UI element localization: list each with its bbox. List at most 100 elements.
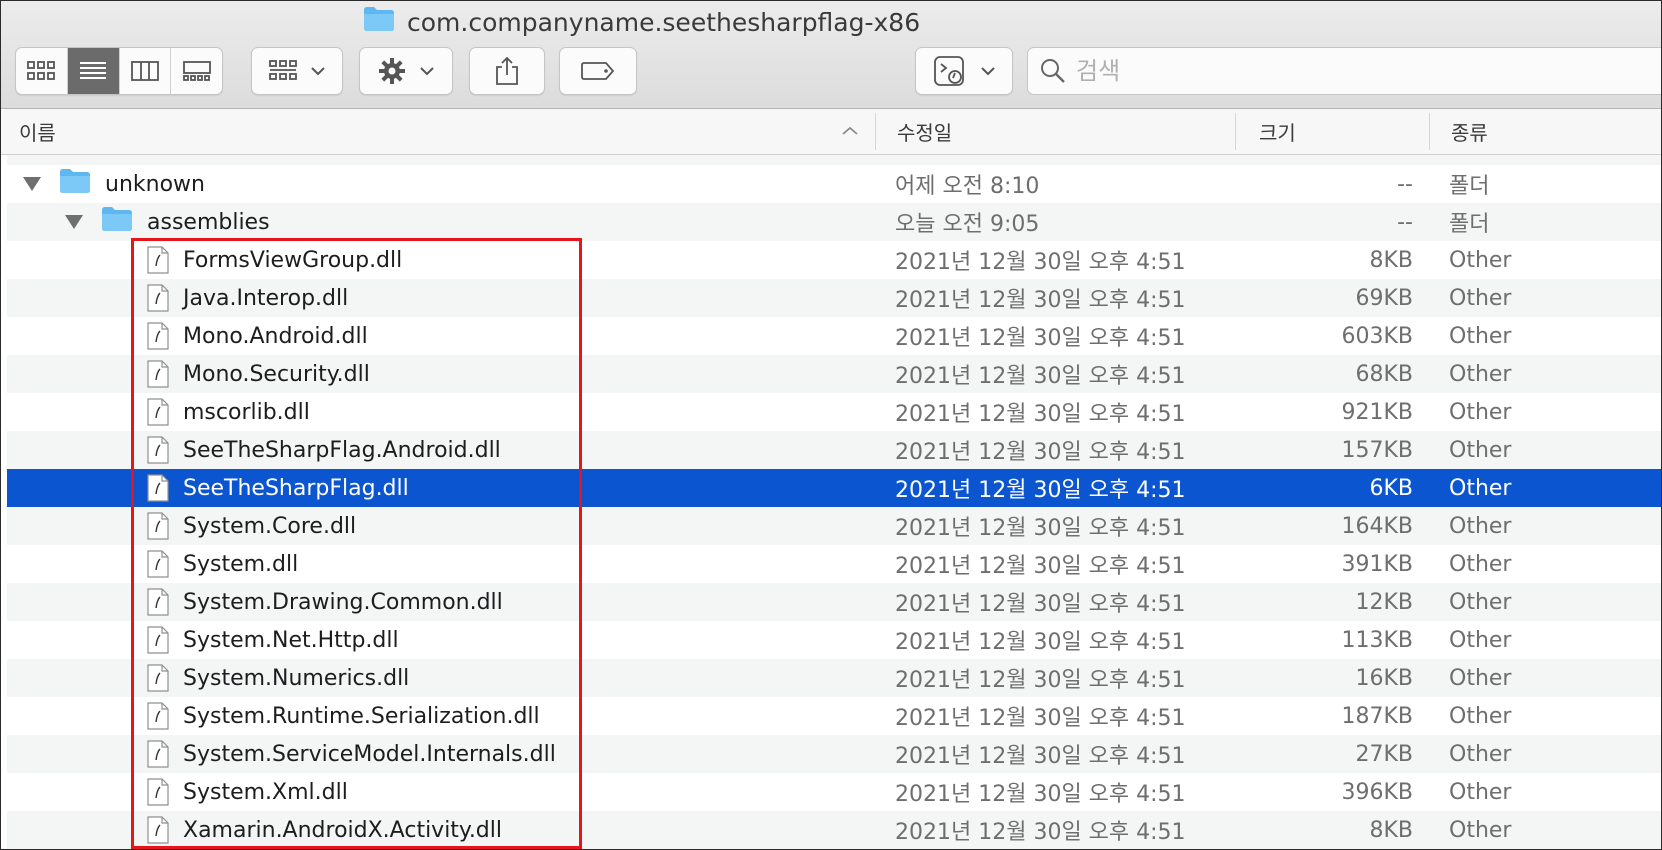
column-header-date[interactable]: 수정일 <box>897 109 952 154</box>
file-name: System.dll <box>183 551 299 577</box>
file-row[interactable]: System.Xml.dll 2021년 12월 30일 오후 4:51 396KB… <box>7 773 1661 811</box>
date-modified: 2021년 12월 30일 오후 4:51 <box>895 516 1186 541</box>
list-view-button[interactable] <box>67 48 120 94</box>
file-name: System.Core.dll <box>183 513 357 539</box>
file-name: mscorlib.dll <box>183 399 310 425</box>
view-mode-segment[interactable] <box>15 47 223 95</box>
file-name: Mono.Android.dll <box>183 323 368 349</box>
script-menu-button[interactable] <box>915 47 1013 95</box>
column-view-icon <box>130 61 159 81</box>
file-row[interactable]: System.Numerics.dll 2021년 12월 30일 오후 4:51… <box>7 659 1661 697</box>
file-row[interactable]: SeeTheSharpFlag.dll 2021년 12월 30일 오후 4:51… <box>7 469 1661 507</box>
file-kind: 폴더 <box>1449 212 1490 237</box>
file-kind: Other <box>1449 285 1512 311</box>
script-icon <box>934 56 964 86</box>
column-header-bar: 이름 수정일 크기 종류 <box>1 109 1661 155</box>
date-modified: 2021년 12월 30일 오후 4:51 <box>895 630 1186 655</box>
file-size: 396KB <box>1341 779 1413 805</box>
file-size: 12KB <box>1355 589 1413 615</box>
column-divider[interactable] <box>875 113 876 150</box>
window-title: com.companyname.seethesharpflag-x86 <box>363 7 920 37</box>
file-size: 113KB <box>1341 627 1413 653</box>
column-header-size[interactable]: 크기 <box>1259 109 1296 154</box>
file-row[interactable]: System.Core.dll 2021년 12월 30일 오후 4:51 164K… <box>7 507 1661 545</box>
group-by-button[interactable] <box>251 47 343 95</box>
file-row[interactable]: Java.Interop.dll 2021년 12월 30일 오후 4:51 69K… <box>7 279 1661 317</box>
search-field[interactable] <box>1027 47 1661 95</box>
toolbar: com.companyname.seethesharpflag-x86 <box>1 1 1661 109</box>
share-icon <box>496 56 518 85</box>
file-row[interactable]: System.Runtime.Serialization.dll 2021년 12… <box>7 697 1661 735</box>
date-modified: 2021년 12월 30일 오후 4:51 <box>895 592 1186 617</box>
date-modified: 2021년 12월 30일 오후 4:51 <box>895 706 1186 731</box>
disclosure-triangle-icon[interactable] <box>65 215 83 229</box>
file-row[interactable]: System.Net.Http.dll 2021년 12월 30일 오후 4:51… <box>7 621 1661 659</box>
document-icon <box>147 588 169 616</box>
date-modified: 어제 오전 8:10 <box>895 174 1040 199</box>
group-grid-icon <box>269 60 297 80</box>
file-row[interactable]: System.Drawing.Common.dll 2021년 12월 30일 오… <box>7 583 1661 621</box>
date-modified: 2021년 12월 30일 오후 4:51 <box>895 668 1186 693</box>
date-modified: 2021년 12월 30일 오후 4:51 <box>895 402 1186 427</box>
file-row[interactable]: SeeTheSharpFlag.Android.dll 2021년 12월 30일… <box>7 431 1661 469</box>
document-icon <box>147 778 169 806</box>
column-divider[interactable] <box>1429 113 1430 150</box>
date-modified: 2021년 12월 30일 오후 4:51 <box>895 288 1186 313</box>
document-icon <box>147 474 169 502</box>
file-size: 6KB <box>1369 475 1413 501</box>
file-row[interactable]: System.ServiceModel.Internals.dll 2021년 1… <box>7 735 1661 773</box>
file-row[interactable]: FormsViewGroup.dll 2021년 12월 30일 오후 4:51 8… <box>7 241 1661 279</box>
folder-row-unknown[interactable]: unknown 어제 오전 8:10 -- 폴더 <box>7 165 1661 203</box>
file-name: Xamarin.AndroidX.Activity.dll <box>183 817 502 843</box>
gallery-view-icon <box>182 61 211 81</box>
file-size: 68KB <box>1355 361 1413 387</box>
folder-icon <box>59 168 91 200</box>
column-header-name[interactable]: 이름 <box>19 109 56 154</box>
action-menu-button[interactable] <box>359 47 453 95</box>
file-size: 391KB <box>1341 551 1413 577</box>
column-header-kind[interactable]: 종류 <box>1451 109 1488 154</box>
document-icon <box>147 816 169 844</box>
file-row[interactable]: mscorlib.dll 2021년 12월 30일 오후 4:51 921KB Ot… <box>7 393 1661 431</box>
file-name: System.Drawing.Common.dll <box>183 589 503 615</box>
file-size: 164KB <box>1341 513 1413 539</box>
folder-icon <box>363 6 395 38</box>
file-name: System.ServiceModel.Internals.dll <box>183 741 556 767</box>
file-kind: Other <box>1449 247 1512 273</box>
column-view-button[interactable] <box>120 48 172 94</box>
column-divider[interactable] <box>1235 113 1236 150</box>
date-modified: 2021년 12월 30일 오후 4:51 <box>895 440 1186 465</box>
folder-name: unknown <box>105 171 205 197</box>
document-icon <box>147 360 169 388</box>
file-row[interactable]: Mono.Android.dll 2021년 12월 30일 오후 4:51 603… <box>7 317 1661 355</box>
file-size: 187KB <box>1341 703 1413 729</box>
finder-window: com.companyname.seethesharpflag-x86 검색 이… <box>0 0 1662 850</box>
sort-ascending-icon[interactable] <box>842 126 858 136</box>
file-size: -- <box>1397 171 1413 197</box>
gear-icon <box>379 58 405 84</box>
icon-view-button[interactable] <box>16 48 68 94</box>
document-icon <box>147 436 169 464</box>
share-button[interactable] <box>469 47 545 95</box>
file-name: Java.Interop.dll <box>183 285 349 311</box>
file-kind: Other <box>1449 475 1512 501</box>
icon-view-icon <box>27 61 56 80</box>
tag-icon <box>581 62 615 80</box>
file-name: System.Numerics.dll <box>183 665 410 691</box>
file-size: 8KB <box>1369 247 1413 273</box>
search-input[interactable] <box>1074 56 1638 86</box>
file-row[interactable]: System.dll 2021년 12월 30일 오후 4:51 391KB Othe… <box>7 545 1661 583</box>
tags-button[interactable] <box>559 47 637 95</box>
file-size: 16KB <box>1355 665 1413 691</box>
gallery-view-button[interactable] <box>171 48 222 94</box>
file-row[interactable]: Xamarin.AndroidX.Activity.dll 2021년 12월 3… <box>7 811 1661 849</box>
date-modified: 2021년 12월 30일 오후 4:51 <box>895 782 1186 807</box>
document-icon <box>147 512 169 540</box>
file-row[interactable]: Mono.Security.dll 2021년 12월 30일 오후 4:51 68… <box>7 355 1661 393</box>
disclosure-triangle-icon[interactable] <box>23 177 41 191</box>
partial-row <box>7 155 1661 165</box>
file-name: SeeTheSharpFlag.Android.dll <box>183 437 501 463</box>
chevron-down-icon <box>311 67 325 76</box>
file-size: 921KB <box>1341 399 1413 425</box>
folder-row-assemblies[interactable]: assemblies 오늘 오전 9:05 -- 폴더 <box>7 203 1661 241</box>
